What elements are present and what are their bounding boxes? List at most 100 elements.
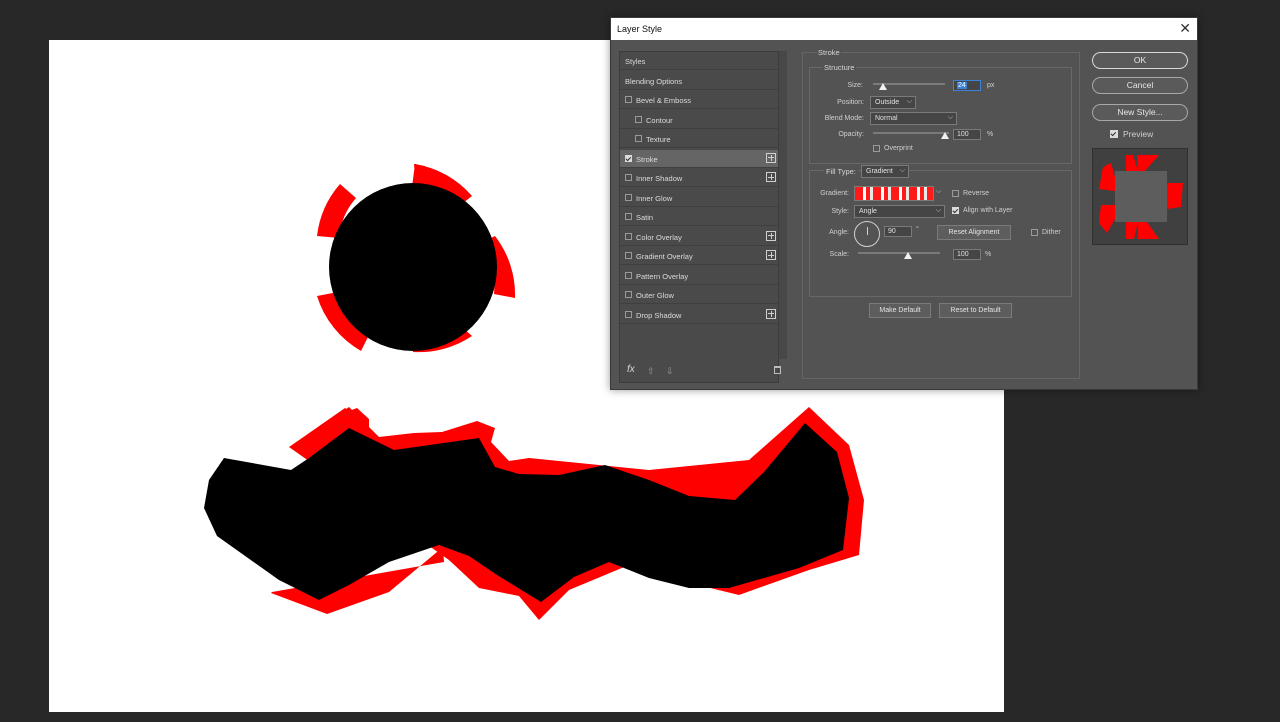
style-item-checkbox[interactable] — [625, 174, 632, 181]
align-with-layer-checkbox[interactable] — [952, 207, 959, 214]
opacity-unit: % — [987, 131, 994, 138]
styles-list-scrollbar[interactable] — [779, 51, 787, 359]
style-item-checkbox[interactable] — [635, 115, 642, 123]
style-item-checkbox[interactable] — [625, 252, 632, 259]
opacity-slider[interactable] — [873, 132, 949, 134]
style-item-checkbox[interactable] — [625, 96, 632, 103]
style-item-label: Gradient Overlay — [636, 252, 693, 261]
overprint-checkbox[interactable] — [873, 145, 880, 152]
add-effect-icon[interactable] — [766, 230, 776, 241]
opacity-input[interactable]: 100 — [953, 129, 981, 140]
style-item-texture[interactable]: Texture — [620, 130, 778, 148]
style-item-label: Satin — [636, 213, 654, 222]
size-input[interactable]: 24 — [953, 80, 981, 91]
add-effect-icon[interactable] — [766, 172, 776, 182]
style-item-label: Color Overlay — [636, 232, 682, 242]
style-item-bevel-emboss[interactable]: Bevel & Emboss — [620, 91, 778, 109]
align-with-layer-label: Align with Layer — [963, 207, 1013, 214]
angle-dial[interactable] — [854, 221, 880, 247]
style-item-gradient-overlay[interactable]: Gradient Overlay — [620, 247, 778, 265]
style-item-checkbox[interactable] — [625, 213, 632, 220]
preview-thumbnail — [1099, 155, 1183, 239]
scale-label: Scale: — [829, 251, 849, 258]
style-item-blending-options[interactable]: Blending Options — [620, 72, 778, 90]
chevron-down-icon: ⌵ — [947, 114, 953, 121]
style-item-inner-glow[interactable]: Inner Glow — [620, 189, 778, 207]
style-item-label: Outer Glow — [636, 291, 674, 300]
style-item-checkbox[interactable] — [625, 291, 632, 298]
add-effect-icon[interactable] — [766, 308, 776, 319]
angle-unit: ° — [916, 226, 919, 233]
style-select[interactable]: Angle ⌵ — [854, 205, 945, 218]
make-default-button[interactable]: Make Default — [869, 303, 931, 318]
style-item-label: Styles — [625, 57, 646, 66]
dither-checkbox[interactable] — [1031, 229, 1038, 236]
position-label: Position: — [837, 99, 864, 106]
move-up-icon[interactable]: ⇧ — [647, 366, 655, 377]
opacity-slider-thumb[interactable] — [941, 132, 949, 139]
styles-list: Styles Blending Options Bevel & Emboss Cont… — [619, 51, 779, 383]
move-down-icon[interactable]: ⇩ — [666, 366, 674, 377]
style-item-contour[interactable]: Contour — [620, 111, 778, 129]
fill-type-select[interactable]: Gradient ⌵ — [861, 165, 909, 178]
style-item-checkbox[interactable] — [625, 271, 632, 279]
style-item-label: Inner Glow — [636, 193, 673, 203]
style-item-outer-glow[interactable]: Outer Glow — [620, 286, 778, 304]
size-slider-thumb[interactable] — [879, 83, 887, 90]
reset-alignment-button[interactable]: Reset Alignment — [937, 225, 1011, 240]
style-item-label: Stroke — [636, 154, 658, 164]
reverse-checkbox[interactable] — [952, 190, 959, 197]
style-item-checkbox[interactable] — [625, 193, 632, 201]
add-effect-icon[interactable] — [766, 152, 776, 163]
reverse-label: Reverse — [963, 190, 990, 197]
style-item-satin[interactable]: Satin — [620, 208, 778, 226]
angle-label: Angle: — [829, 229, 849, 236]
angle-input[interactable]: 90 — [884, 226, 912, 237]
scale-input[interactable]: 100 — [953, 249, 981, 260]
style-item-inner-shadow[interactable]: Inner Shadow — [620, 169, 778, 187]
scale-unit: % — [985, 251, 992, 258]
dialog-title: Layer Style — [617, 24, 663, 34]
close-icon[interactable]: ✕ — [1179, 20, 1191, 37]
size-unit: px — [987, 82, 995, 89]
black-circle — [329, 183, 497, 351]
reset-to-default-button[interactable]: Reset to Default — [939, 303, 1012, 318]
style-item-label: Texture — [646, 135, 671, 144]
style-item-checkbox[interactable] — [625, 154, 632, 162]
gradient-label: Gradient: — [820, 190, 849, 197]
chevron-down-icon[interactable]: ⌵ — [936, 188, 941, 196]
style-item-pattern-overlay[interactable]: Pattern Overlay — [620, 267, 778, 285]
add-effect-icon[interactable] — [766, 250, 776, 260]
style-item-stroke[interactable]: Stroke — [620, 149, 778, 168]
blend-mode-select[interactable]: Normal ⌵ — [870, 112, 957, 125]
position-select[interactable]: Outside ⌵ — [870, 96, 916, 109]
style-item-checkbox[interactable] — [635, 135, 642, 142]
fx-icon[interactable]: fx — [627, 364, 635, 375]
scale-slider-thumb[interactable] — [904, 252, 912, 259]
style-item-checkbox[interactable] — [625, 310, 632, 318]
style-item-checkbox[interactable] — [625, 232, 632, 240]
style-item-label: Inner Shadow — [636, 174, 683, 183]
style-item-color-overlay[interactable]: Color Overlay — [620, 228, 778, 246]
size-label: Size: — [847, 82, 863, 89]
fill-type-label: Fill Type: — [824, 167, 858, 176]
overprint-label: Overprint — [884, 145, 913, 152]
cancel-button[interactable]: Cancel — [1092, 77, 1188, 94]
layer-style-dialog: Layer Style ✕ Styles Blending Options Beve… — [610, 17, 1198, 390]
style-item-drop-shadow[interactable]: Drop Shadow — [620, 306, 778, 324]
ok-button[interactable]: OK — [1092, 52, 1188, 69]
trash-icon[interactable] — [774, 366, 781, 374]
scale-slider[interactable] — [858, 252, 940, 254]
style-item-label: Contour — [646, 115, 673, 125]
opacity-label: Opacity: — [838, 131, 864, 138]
style-preview — [1092, 148, 1188, 245]
style-label: Style: — [831, 208, 849, 215]
chevron-down-icon: ⌵ — [906, 98, 912, 105]
new-style-button[interactable]: New Style... — [1092, 104, 1188, 121]
stroke-panel-title: Stroke — [817, 48, 841, 57]
style-item-label: Drop Shadow — [636, 310, 682, 320]
style-item-label: Blending Options — [625, 76, 683, 86]
style-item-styles[interactable]: Styles — [620, 52, 778, 70]
preview-checkbox[interactable] — [1110, 130, 1118, 138]
gradient-swatch[interactable] — [854, 186, 934, 201]
